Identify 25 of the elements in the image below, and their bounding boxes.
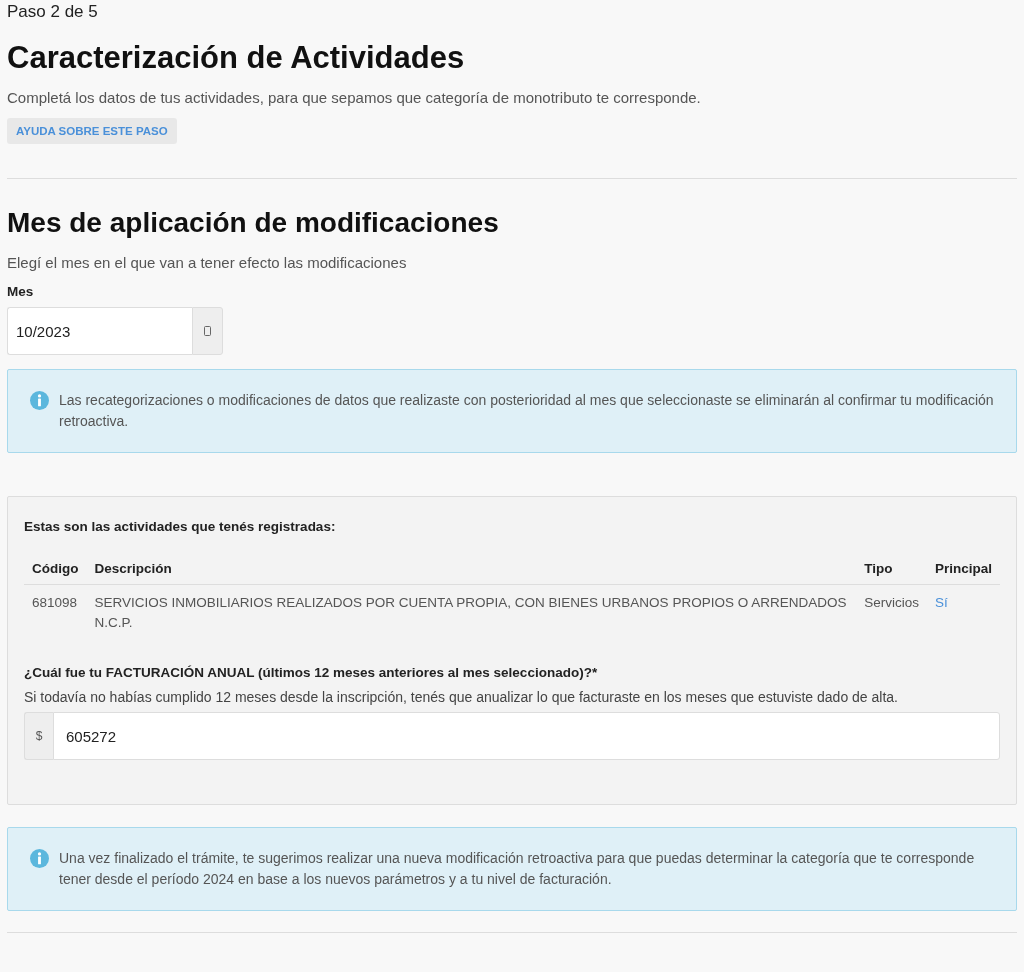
info-icon	[30, 391, 49, 410]
table-cell: Servicios	[856, 584, 927, 637]
column-header: Principal	[926, 555, 1000, 585]
section-description: Elegí el mes en el que van a tener efecto las modificaciones	[7, 254, 408, 271]
month-field[interactable]: 10/2023	[7, 307, 192, 355]
alert-message: Las recategorizaciones o modificaciones de datos que realizaste con posterioridad al mes que seleccionaste se eliminarán al confirmar tu modificación retroactiva.	[59, 391, 995, 431]
card-title: Estas son las actividades que tenés registradas:	[24, 519, 336, 534]
alert-message: Una vez finalizado el trámite, te sugerimos realizar una nueva modificación retroactiva para que puedas determinar la categoría que te corresponde tener desde el período 2024 en base a los nuevos parámetros y a tu nivel de facturación.	[59, 849, 976, 889]
column-header: Tipo	[856, 555, 927, 585]
table-cell: 681098	[24, 584, 87, 637]
section-title: Mes de aplicación de modificaciones	[7, 207, 499, 239]
column-header: Descripción	[86, 555, 857, 585]
calendar-button[interactable]	[192, 307, 223, 355]
info-icon	[30, 849, 49, 868]
intro-text: Completá los datos de tus actividades, para que sepamos que categoría de monotributo te corresponde.	[7, 89, 702, 106]
field-label: Mes	[7, 284, 34, 299]
billing-hint: Si todavía no habías cumplido 12 meses desde la inscripción, tenés que anualizar lo que facturaste en los meses que estuviste dado de alta.	[24, 689, 899, 705]
page-title: Caracterización de Actividades	[7, 40, 465, 76]
billing-field[interactable]: 605272	[53, 712, 1000, 760]
column-header: Código	[24, 555, 87, 585]
currency-prefix: $	[24, 712, 53, 760]
table-cell: SERVICIOS INMOBILIARIOS REALIZADOS POR CUENTA PROPIA, CON BIENES URBANOS PROPIOS O ARRENDADOS N.C.P.	[86, 584, 857, 637]
table-cell: Sí	[926, 584, 1000, 637]
billing-question: ¿Cuál fue tu FACTURACIÓN ANUAL (últimos 12 meses anteriores al mes seleccionado)?*	[24, 665, 598, 680]
step-indicator: Paso 2 de 5	[7, 1, 98, 22]
